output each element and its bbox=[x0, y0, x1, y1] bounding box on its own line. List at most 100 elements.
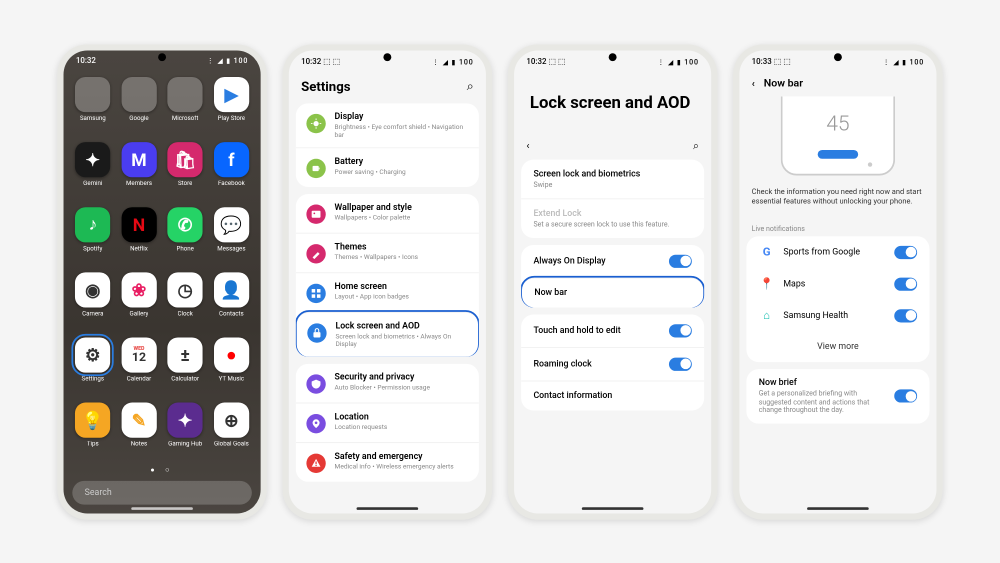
app-settings[interactable]: ⚙Settings bbox=[71, 337, 115, 399]
grid-icon bbox=[306, 283, 325, 302]
gesture-bar[interactable] bbox=[131, 507, 193, 510]
app-label: Gaming Hub bbox=[168, 440, 202, 447]
item-subtitle: Brightness • Eye comfort shield • Naviga… bbox=[335, 122, 469, 138]
app-label: Play Store bbox=[218, 115, 246, 122]
app-gemini[interactable]: ✦Gemini bbox=[71, 141, 115, 203]
item-subtitle: Themes • Wallpapers • Icons bbox=[335, 252, 469, 260]
app-label: Gemini bbox=[83, 180, 102, 187]
app-icon: 💬 bbox=[214, 206, 249, 241]
toggle[interactable] bbox=[894, 245, 917, 258]
preview-number: 45 bbox=[826, 111, 849, 136]
app-label: Facebook bbox=[218, 180, 245, 187]
phone-settings-list: 10:32 ⬚ ⬚ ⋮ ◢ ▮ 100 Settings ⌕ DisplayBr… bbox=[283, 44, 492, 519]
app-contacts[interactable]: 👤Contacts bbox=[209, 272, 253, 334]
app-google[interactable]: Google bbox=[117, 76, 161, 138]
settings-item-battery[interactable]: BatteryPower saving • Charging bbox=[296, 147, 479, 187]
app-label: Phone bbox=[176, 245, 193, 252]
app-icon: f bbox=[214, 141, 249, 176]
battery-icon bbox=[306, 158, 325, 177]
row-title: Screen lock and biometrics bbox=[533, 169, 640, 179]
app-icon: ± bbox=[168, 337, 203, 372]
app-microsoft[interactable]: Microsoft bbox=[163, 76, 207, 138]
live-item-label: Maps bbox=[783, 279, 885, 289]
app-play-store[interactable]: ▶ Play Store bbox=[209, 76, 253, 138]
app-label: Contacts bbox=[219, 310, 244, 317]
app-gallery[interactable]: ❀Gallery bbox=[117, 272, 161, 334]
app-icon: ♪ bbox=[75, 206, 110, 241]
gesture-bar[interactable] bbox=[582, 507, 644, 510]
item-subtitle: Layout • App icon badges bbox=[335, 292, 469, 300]
app-store[interactable]: 🛍Store bbox=[163, 141, 207, 203]
toggle[interactable] bbox=[669, 254, 692, 267]
row-screen-lock-and-biometrics[interactable]: Screen lock and biometricsSwipe bbox=[521, 159, 704, 198]
app-label: Members bbox=[126, 180, 152, 187]
app-samsung[interactable]: Samsung bbox=[71, 76, 115, 138]
app-camera[interactable]: ◉Camera bbox=[71, 272, 115, 334]
row-roaming-clock[interactable]: Roaming clock bbox=[521, 346, 704, 379]
page-indicator[interactable]: ● ○ bbox=[64, 463, 261, 474]
app-icon: M bbox=[121, 141, 156, 176]
app-label: Messages bbox=[217, 245, 245, 252]
live-item-samsung-health[interactable]: ⌂Samsung Health bbox=[746, 299, 929, 331]
camera-hole bbox=[834, 53, 842, 61]
toggle[interactable] bbox=[894, 277, 917, 290]
live-item-maps[interactable]: 📍Maps bbox=[746, 268, 929, 300]
app-icon: ◉ bbox=[75, 272, 110, 307]
app-spotify[interactable]: ♪Spotify bbox=[71, 206, 115, 268]
row-now-bar[interactable]: Now bar bbox=[522, 277, 703, 307]
page-title: Now bar bbox=[764, 76, 803, 88]
app-global-goals[interactable]: ⊕Global Goals bbox=[209, 402, 253, 464]
search-input[interactable]: Search bbox=[72, 480, 252, 504]
app-facebook[interactable]: f Facebook bbox=[209, 141, 253, 203]
app-clock[interactable]: ◷Clock bbox=[163, 272, 207, 334]
live-item-sports-from-google[interactable]: GSports from Google bbox=[746, 236, 929, 268]
now-brief-toggle[interactable] bbox=[894, 389, 917, 402]
app-calculator[interactable]: ±Calculator bbox=[163, 337, 207, 399]
search-icon[interactable]: ⌕ bbox=[467, 79, 474, 93]
settings-item-themes[interactable]: ThemesThemes • Wallpapers • Icons bbox=[296, 232, 479, 272]
settings-item-location[interactable]: LocationLocation requests bbox=[296, 402, 479, 442]
gesture-bar[interactable] bbox=[357, 507, 419, 510]
toggle[interactable] bbox=[669, 357, 692, 370]
settings-item-display[interactable]: DisplayBrightness • Eye comfort shield •… bbox=[296, 103, 479, 147]
now-brief-row[interactable]: Now brief Get a personalized briefing wi… bbox=[746, 369, 929, 423]
app-tips[interactable]: 💡Tips bbox=[71, 402, 115, 464]
app-gaming-hub[interactable]: ✦Gaming Hub bbox=[163, 402, 207, 464]
row-title: Extend Lock bbox=[533, 208, 669, 218]
search-icon[interactable]: ⌕ bbox=[693, 139, 699, 152]
app-label: Microsoft bbox=[172, 115, 198, 122]
status-time: 10:32 ⬚ ⬚ bbox=[301, 57, 340, 66]
settings-item-security-and-privacy[interactable]: Security and privacyAuto Blocker • Permi… bbox=[296, 363, 479, 402]
lock-icon bbox=[307, 323, 326, 342]
settings-item-wallpaper-and-style[interactable]: Wallpaper and styleWallpapers • Color pa… bbox=[296, 194, 479, 233]
row-always-on-display[interactable]: Always On Display bbox=[521, 244, 704, 277]
now-brief-sub: Get a personalized briefing with suggest… bbox=[759, 389, 887, 414]
app-messages[interactable]: 💬 Messages bbox=[209, 206, 253, 268]
status-time: 10:32 bbox=[76, 56, 96, 65]
app-yt-music[interactable]: ●YT Music bbox=[209, 337, 253, 399]
status-icons: ⋮ ◢ ▮ 100 bbox=[657, 58, 699, 66]
app-icon: ▶ bbox=[214, 76, 249, 111]
app-icon: G bbox=[759, 244, 775, 260]
back-icon[interactable]: ‹ bbox=[752, 76, 755, 88]
row-touch-and-hold-to-edit[interactable]: Touch and hold to edit bbox=[521, 314, 704, 347]
settings-item-home-screen[interactable]: Home screenLayout • App icon badges bbox=[296, 272, 479, 312]
view-more-button[interactable]: View more bbox=[746, 331, 929, 362]
app-phone[interactable]: ✆Phone bbox=[163, 206, 207, 268]
toggle[interactable] bbox=[669, 324, 692, 337]
item-title: Wallpaper and style bbox=[335, 202, 469, 212]
app-notes[interactable]: ✎Notes bbox=[117, 402, 161, 464]
settings-item-lock-screen-and-aod[interactable]: Lock screen and AODScreen lock and biome… bbox=[297, 311, 478, 356]
phone-now-bar: 10:33 ⬚ ⬚ ⋮ ◢ ▮ 100 ‹ Now bar 45 Check t… bbox=[733, 44, 942, 519]
app-netflix[interactable]: NNetflix bbox=[117, 206, 161, 268]
app-calendar[interactable]: WED12Calendar bbox=[117, 337, 161, 399]
row-subtitle: Set a secure screen lock to use this fea… bbox=[533, 220, 669, 228]
app-members[interactable]: M Members bbox=[117, 141, 161, 203]
gesture-bar[interactable] bbox=[807, 507, 869, 510]
page-title: Settings bbox=[301, 78, 350, 94]
back-icon[interactable]: ‹ bbox=[526, 139, 529, 151]
app-icon: ● bbox=[214, 337, 249, 372]
settings-item-safety-and-emergency[interactable]: Safety and emergencyMedical info • Wirel… bbox=[296, 442, 479, 482]
row-contact-information[interactable]: Contact information bbox=[521, 380, 704, 410]
toggle[interactable] bbox=[894, 308, 917, 321]
